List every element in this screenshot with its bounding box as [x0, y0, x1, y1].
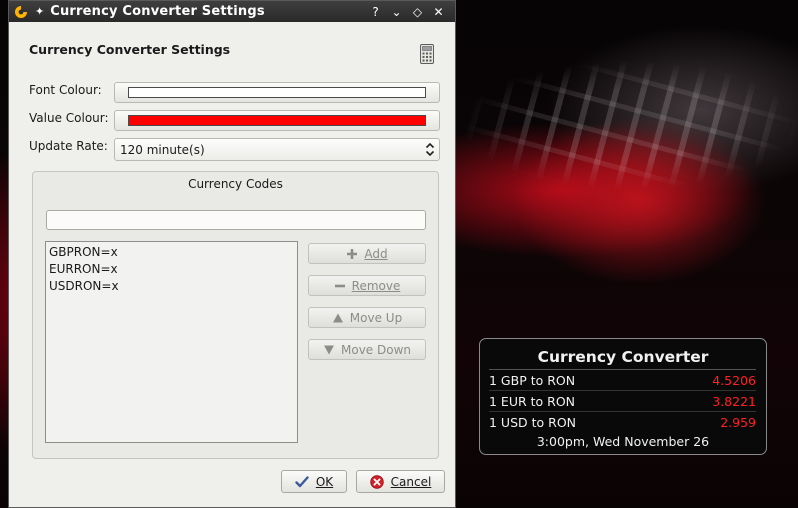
currency-codes-title: Currency Codes: [188, 177, 283, 191]
move-up-button-label: Move Up: [349, 310, 403, 325]
move-down-button[interactable]: Move Down: [308, 339, 426, 360]
update-rate-value: 120 minute(s): [120, 142, 205, 157]
close-button[interactable]: ✕: [428, 1, 449, 22]
currency-codes-list[interactable]: GBPRON=x EURRON=x USDRON=x: [45, 241, 298, 443]
widget-title: Currency Converter: [537, 348, 709, 366]
add-button-label: Add: [364, 246, 388, 261]
font-colour-swatch: [128, 87, 426, 98]
dialog-header-title: Currency Converter Settings: [29, 42, 231, 57]
rate-row: 1 GBP to RON 4.5206: [489, 369, 756, 390]
updown-arrows-icon: [425, 142, 435, 157]
maximize-button[interactable]: ◇: [407, 1, 428, 22]
rate-value: 3.8221: [712, 394, 756, 409]
cancel-button[interactable]: Cancel: [356, 470, 445, 493]
rate-row: 1 EUR to RON 3.8221: [489, 390, 756, 411]
app-icon[interactable]: [13, 4, 29, 20]
rate-row: 1 USD to RON 2.959: [489, 411, 756, 432]
widget-datetime: 3:00pm, Wed November 26: [536, 434, 710, 449]
help-button[interactable]: ?: [365, 1, 386, 22]
update-rate-label: Update Rate:: [29, 139, 108, 153]
list-item[interactable]: GBPRON=x: [49, 244, 294, 261]
rate-value: 2.959: [720, 415, 756, 430]
rate-label: 1 GBP to RON: [489, 373, 576, 388]
ok-button[interactable]: OK: [281, 470, 347, 493]
value-colour-label: Value Colour:: [29, 111, 109, 125]
font-colour-button[interactable]: [114, 82, 440, 103]
move-down-button-label: Move Down: [341, 342, 411, 357]
rate-label: 1 USD to RON: [489, 415, 577, 430]
pin-icon[interactable]: ✦: [35, 5, 44, 18]
rate-label: 1 EUR to RON: [489, 394, 576, 409]
settings-dialog: ✦ Currency Converter Settings ? ⌄ ◇ ✕ Cu…: [8, 0, 456, 508]
currency-converter-widget[interactable]: Currency Converter 1 GBP to RON 4.5206 1…: [479, 338, 767, 455]
currency-code-input[interactable]: [46, 210, 426, 230]
remove-button[interactable]: Remove: [308, 275, 426, 296]
arrow-down-icon: [324, 345, 334, 354]
plus-icon: [347, 248, 358, 259]
list-item[interactable]: USDRON=x: [49, 278, 294, 295]
update-rate-select[interactable]: 120 minute(s): [114, 138, 440, 161]
wallpaper-plaid-pattern: [460, 60, 798, 190]
currency-codes-group: Currency Codes GBPRON=x EURRON=x USDRON=…: [32, 171, 439, 459]
font-colour-label: Font Colour:: [29, 83, 102, 97]
calculator-icon: [420, 44, 434, 64]
arrow-up-icon: [332, 313, 343, 322]
remove-button-label: Remove: [351, 278, 401, 293]
cancel-icon: [369, 474, 384, 489]
list-item[interactable]: EURRON=x: [49, 261, 294, 278]
cancel-button-label: Cancel: [390, 474, 432, 489]
ok-button-label: OK: [315, 474, 334, 489]
minus-icon: [334, 284, 345, 287]
window-title: Currency Converter Settings: [50, 4, 265, 19]
window-controls: ? ⌄ ◇ ✕: [365, 1, 449, 22]
value-colour-button[interactable]: [114, 110, 440, 131]
add-button[interactable]: Add: [308, 243, 426, 264]
value-colour-swatch: [128, 115, 426, 126]
window-titlebar[interactable]: ✦ Currency Converter Settings ? ⌄ ◇ ✕: [9, 1, 455, 22]
move-up-button[interactable]: Move Up: [308, 307, 426, 328]
rate-value: 4.5206: [712, 373, 756, 388]
widget-rates-list: 1 GBP to RON 4.5206 1 EUR to RON 3.8221 …: [489, 369, 756, 432]
minimize-button[interactable]: ⌄: [386, 1, 407, 22]
checkmark-icon: [295, 475, 309, 487]
